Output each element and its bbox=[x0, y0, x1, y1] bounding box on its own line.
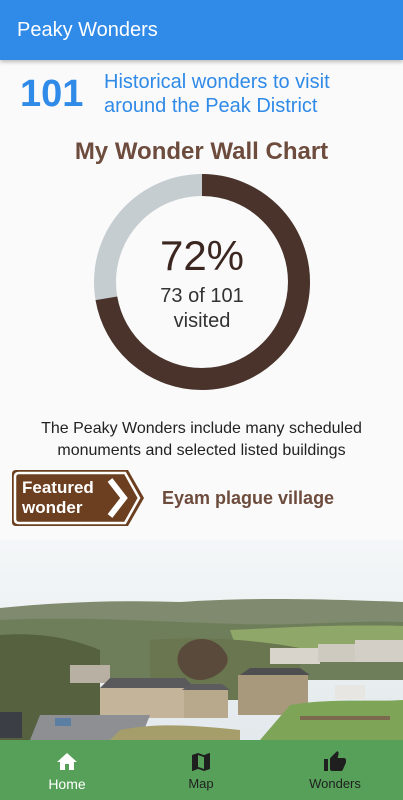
intro-description: Historical wonders to visit around the P… bbox=[104, 71, 330, 117]
home-icon bbox=[55, 750, 79, 774]
app-bar: Peaky Wonders bbox=[0, 0, 403, 60]
nav-map-label: Map bbox=[188, 776, 214, 791]
map-icon bbox=[189, 750, 213, 774]
intro-section: 101 Historical wonders to visit around t… bbox=[20, 70, 390, 120]
bottom-navigation: Home Map Wonders bbox=[0, 740, 403, 800]
featured-wonder-photo[interactable] bbox=[0, 540, 403, 740]
nav-wonders[interactable]: Wonders bbox=[268, 740, 402, 800]
app-title: Peaky Wonders bbox=[17, 19, 158, 41]
wall-chart-title: My Wonder Wall Chart bbox=[74, 138, 329, 165]
thumbs-up-icon bbox=[323, 750, 347, 774]
village-photo-illustration bbox=[0, 540, 403, 740]
progress-donut: 72% 73 of 101 visited bbox=[94, 174, 310, 390]
featured-sign-label: Featured wonder bbox=[22, 478, 106, 518]
featured-wonder-name[interactable]: Eyam plague village bbox=[162, 486, 334, 510]
percent-visited: 72% bbox=[159, 232, 245, 279]
visited-count: 73 of 101 visited bbox=[160, 285, 244, 332]
featured-wonder-sign[interactable]: Featured wonder bbox=[10, 468, 146, 528]
nav-map[interactable]: Map bbox=[134, 740, 268, 800]
nav-home[interactable]: Home bbox=[0, 740, 134, 800]
donut-ring bbox=[94, 174, 310, 390]
nav-wonders-label: Wonders bbox=[309, 776, 361, 791]
featured-sign-text: Featured wonder bbox=[22, 478, 94, 517]
wonder-count: 101 bbox=[20, 73, 84, 115]
info-text: The Peaky Wonders include many scheduled… bbox=[41, 420, 362, 459]
nav-home-label: Home bbox=[48, 776, 86, 792]
